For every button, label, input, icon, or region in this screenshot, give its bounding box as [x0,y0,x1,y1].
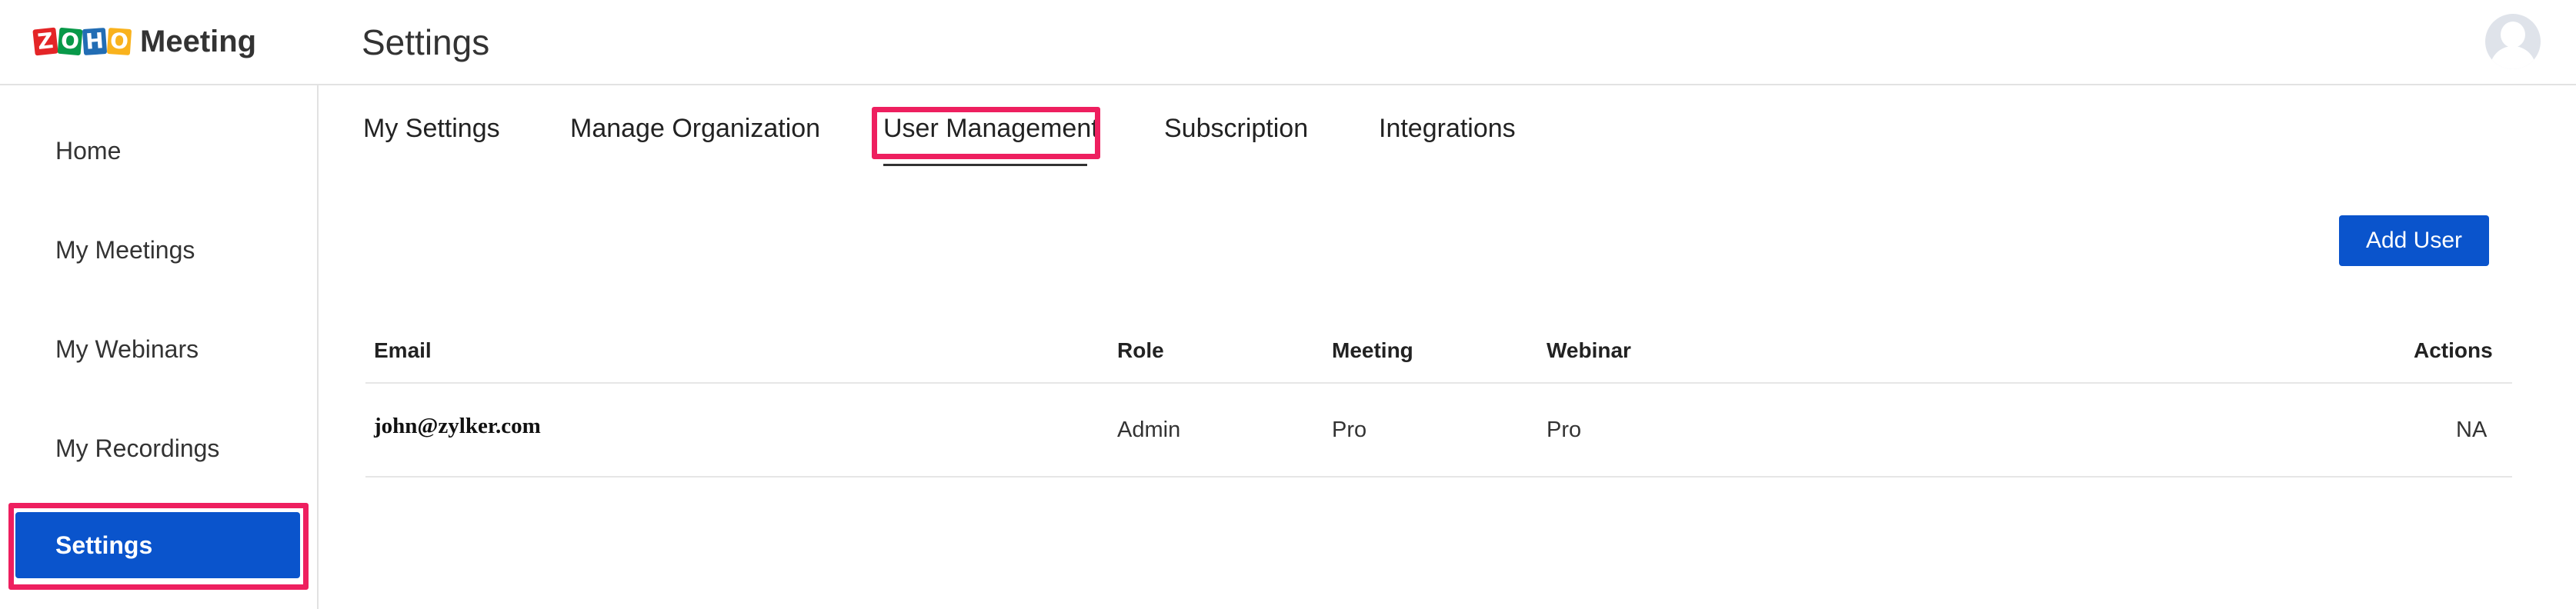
cell-meeting: Pro [1332,418,1367,442]
sidebar-item-settings[interactable]: Settings [15,512,300,578]
cell-role: Admin [1117,418,1181,442]
tab-manage-organization[interactable]: Manage Organization [570,114,820,144]
tab-user-management[interactable]: User Management [883,114,1099,144]
sidebar-item-label: My Recordings [55,434,220,462]
add-user-button[interactable]: Add User [2339,215,2489,266]
active-tab-underline [883,164,1087,166]
brand[interactable]: Z O H O Meeting [32,22,257,62]
column-header-webinar: Webinar [1547,338,1631,362]
sidebar-item-label: Settings [55,531,153,559]
table-divider [365,382,2512,384]
column-header-actions: Actions [2414,338,2493,362]
tab-integrations[interactable]: Integrations [1379,114,1516,144]
table-divider [365,476,2512,478]
sidebar-item-label: My Meetings [55,235,195,264]
tab-my-settings[interactable]: My Settings [363,114,500,144]
sidebar-item-label: My Webinars [55,334,199,363]
user-avatar-icon[interactable] [2485,14,2541,69]
cell-email: john@zylker.com [374,414,541,438]
sidebar-item-my-recordings[interactable]: My Recordings [15,414,300,482]
cell-actions: NA [2456,418,2488,442]
column-header-role: Role [1117,338,1164,362]
page-title: Settings [362,22,490,62]
app-name: Meeting [140,24,257,58]
zoho-logo: Z O H O [32,26,132,57]
sidebar-item-my-meetings[interactable]: My Meetings [15,216,300,284]
column-header-meeting: Meeting [1332,338,1413,362]
sidebar-item-my-webinars[interactable]: My Webinars [15,315,300,383]
top-header: Z O H O Meeting Settings [0,0,2576,85]
sidebar-item-home[interactable]: Home [15,117,300,185]
cell-webinar: Pro [1547,418,1582,442]
app-window: Z O H O Meeting Settings Home My Meeting… [0,0,2576,609]
column-header-email: Email [374,338,432,362]
tab-subscription[interactable]: Subscription [1164,114,1308,144]
sidebar-item-label: Home [55,136,122,165]
